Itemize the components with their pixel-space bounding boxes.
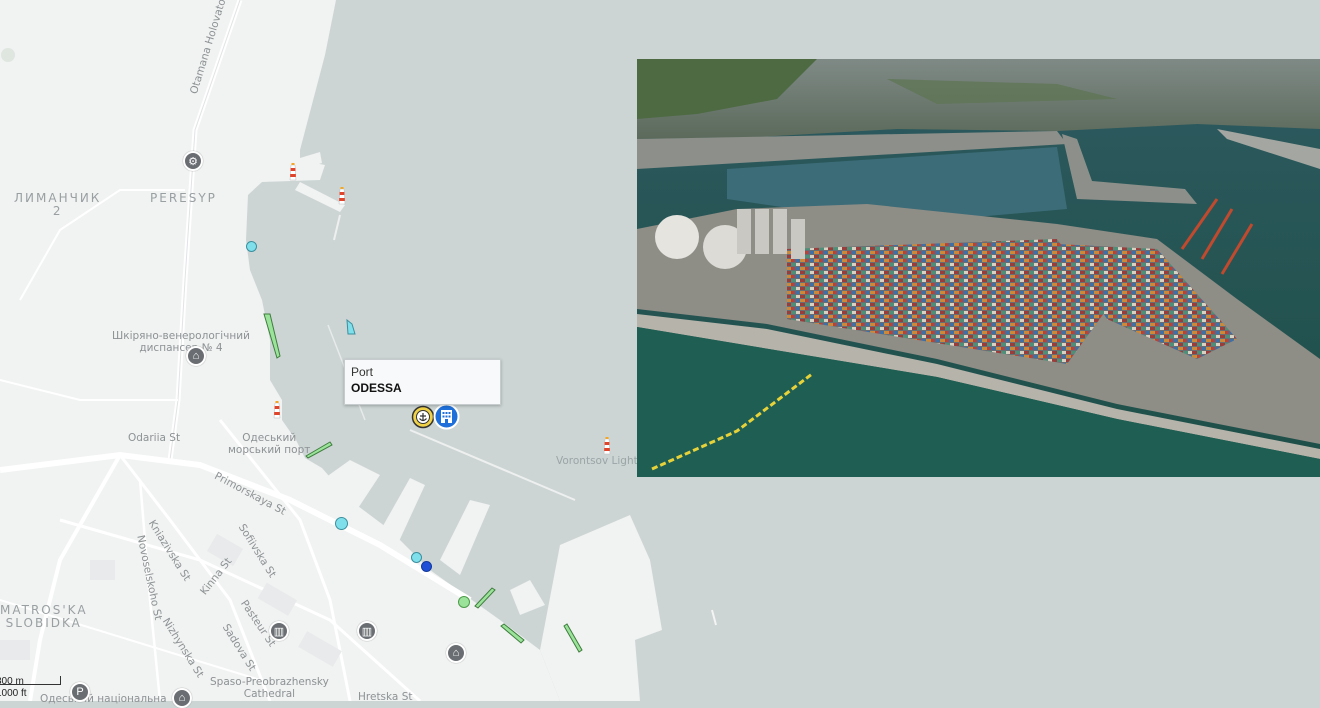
- poi-pin-icon[interactable]: ⚙: [183, 151, 203, 171]
- tooltip-type: Port: [351, 365, 374, 379]
- vessel-icon[interactable]: [260, 312, 284, 360]
- district-label-lymanchyk: ЛИМАНЧИК 2: [14, 191, 102, 218]
- lighthouse-label-vorontsov: Vorontsov Light: [556, 455, 638, 467]
- lighthouse-icon[interactable]: [273, 401, 281, 419]
- poi-label-dispensary: Шкіряно-венерологічний диспансер № 4: [112, 330, 250, 354]
- port-aerial-photo: [637, 59, 1320, 477]
- vessel-icon[interactable]: [472, 584, 498, 610]
- scale-metric: 300 m: [0, 676, 24, 687]
- port-tooltip[interactable]: Port ODESSA: [344, 359, 501, 405]
- poi-pin-icon[interactable]: ⌂: [172, 688, 192, 708]
- building-icon[interactable]: [433, 403, 460, 430]
- poi-label-national-university: Одеський національна: [40, 693, 167, 705]
- parking-pin-icon[interactable]: P: [70, 682, 90, 702]
- vessel-dot[interactable]: [421, 561, 432, 572]
- building-pin-icon[interactable]: ▥: [357, 621, 377, 641]
- building-pin-icon[interactable]: ▥: [269, 621, 289, 641]
- lighthouse-icon[interactable]: [603, 437, 611, 455]
- vessel-dot[interactable]: [458, 596, 470, 608]
- shop-pin-icon[interactable]: ⌂: [446, 643, 466, 663]
- hospital-pin-icon[interactable]: ⌂: [186, 346, 206, 366]
- poi-label-cathedral: Spaso-Preobrazhensky Cathedral: [210, 676, 329, 700]
- street-label-hretska: Hretska St: [358, 691, 413, 703]
- district-label-matroska-slobidka: MATROS'KA SLOBIDKA: [0, 603, 88, 630]
- vessel-icon[interactable]: [498, 622, 526, 646]
- tooltip-port-name: ODESSA: [351, 381, 402, 395]
- anchor-icon[interactable]: [411, 405, 435, 429]
- vessel-icon[interactable]: [342, 318, 358, 338]
- vessel-dot[interactable]: [246, 241, 257, 252]
- vessel-dot[interactable]: [411, 552, 422, 563]
- lighthouse-icon[interactable]: [289, 163, 297, 181]
- poi-label-odesa-seaport: Одеський морський порт: [228, 432, 311, 456]
- lighthouse-icon[interactable]: [338, 187, 346, 205]
- vessel-icon[interactable]: [560, 622, 584, 654]
- vessel-dot[interactable]: [335, 517, 348, 530]
- street-label-odariia: Odariia St: [128, 432, 181, 444]
- scale-imperial: 1000 ft: [0, 688, 27, 699]
- district-label-peresyp: PERESYP: [150, 191, 217, 205]
- vessel-icon[interactable]: [303, 438, 333, 460]
- scale-bar: 300 m 1000 ft: [0, 676, 61, 699]
